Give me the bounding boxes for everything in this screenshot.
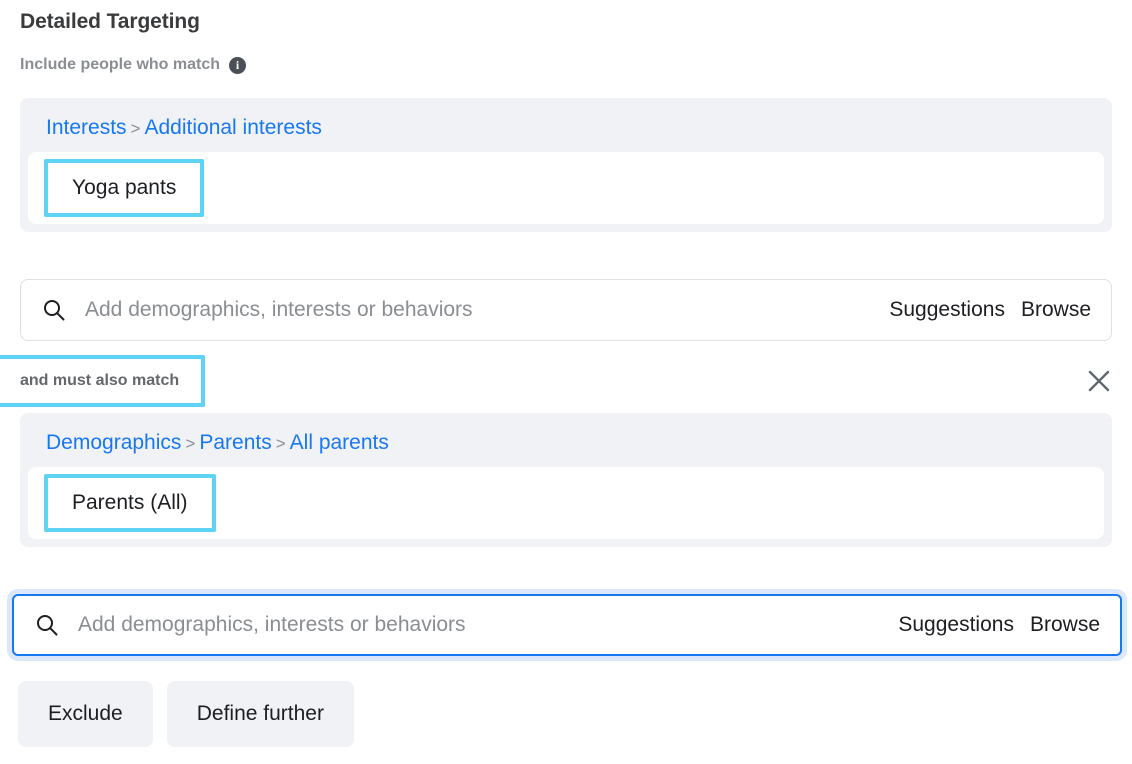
search-bar-interests[interactable]: Add demographics, interests or behaviors…	[20, 279, 1112, 341]
exclude-button[interactable]: Exclude	[18, 681, 153, 747]
suggestions-button-demographics[interactable]: Suggestions	[898, 613, 1014, 637]
page-title: Detailed Targeting	[20, 10, 200, 33]
breadcrumb-item-parents[interactable]: Parents	[199, 431, 271, 454]
define-further-button[interactable]: Define further	[166, 681, 354, 747]
breadcrumb-item-demographics[interactable]: Demographics	[46, 431, 181, 454]
search-actions-demographics: Suggestions Browse	[898, 613, 1100, 637]
detailed-targeting-panel: Detailed Targeting Include people who ma…	[0, 0, 1132, 764]
footer-actions: Exclude Define further	[18, 681, 354, 747]
close-icon[interactable]	[1079, 361, 1119, 401]
search-input-demographics[interactable]: Add demographics, interests or behaviors	[78, 613, 898, 637]
suggestions-button-interests[interactable]: Suggestions	[889, 298, 1005, 322]
search-actions-interests: Suggestions Browse	[889, 298, 1091, 322]
targeting-group-interests: Interests > Additional interests Yoga pant…	[20, 98, 1112, 232]
targeting-chip-yoga-pants[interactable]: Yoga pants	[44, 159, 205, 217]
chip-row-interests: Yoga pants	[28, 152, 1104, 224]
breadcrumb-interests: Interests > Additional interests	[20, 98, 1112, 152]
browse-button-interests[interactable]: Browse	[1021, 298, 1091, 322]
targeting-group-demographics: Demographics > Parents > All parents Parents…	[20, 413, 1112, 547]
search-icon	[43, 299, 65, 321]
search-input-interests[interactable]: Add demographics, interests or behaviors	[85, 298, 889, 322]
narrow-audience-row: and must also match	[0, 355, 1132, 407]
breadcrumb-item-all-parents[interactable]: All parents	[290, 431, 389, 454]
search-bar-demographics[interactable]: Add demographics, interests or behaviors…	[12, 594, 1122, 656]
search-icon	[36, 614, 58, 636]
breadcrumb-separator: >	[130, 119, 141, 138]
breadcrumb-separator: >	[185, 434, 196, 453]
breadcrumb-item-interests[interactable]: Interests	[46, 116, 127, 139]
chip-row-demographics: Parents (All)	[28, 467, 1104, 539]
breadcrumb-item-additional-interests[interactable]: Additional interests	[144, 116, 321, 139]
include-people-who-match-row: Include people who match i	[20, 56, 247, 74]
browse-button-demographics[interactable]: Browse	[1030, 613, 1100, 637]
breadcrumb-separator: >	[275, 434, 286, 453]
breadcrumb-demographics: Demographics > Parents > All parents	[20, 413, 1112, 467]
subtitle-label: Include people who match	[20, 56, 221, 73]
targeting-chip-parents-all[interactable]: Parents (All)	[44, 474, 216, 532]
and-must-also-match-label: and must also match	[0, 355, 206, 407]
info-icon[interactable]: i	[229, 56, 247, 74]
